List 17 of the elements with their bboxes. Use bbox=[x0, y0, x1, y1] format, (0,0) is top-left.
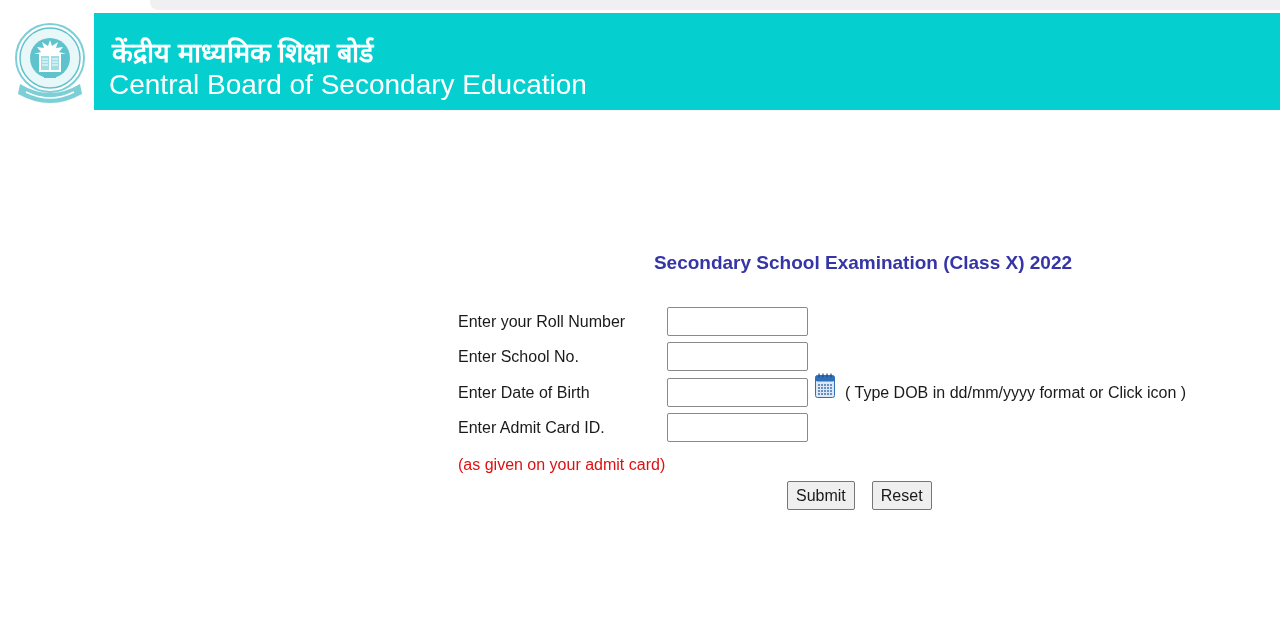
exam-title: Secondary School Examination (Class X) 2022 bbox=[652, 251, 1074, 275]
text-input-field[interactable] bbox=[667, 342, 808, 371]
field-label: Enter Date of Birth bbox=[458, 383, 591, 402]
circular-emblem-icon bbox=[14, 22, 86, 106]
field-label: Enter Admit Card ID. bbox=[458, 418, 606, 437]
calendar-icon[interactable] bbox=[815, 373, 835, 398]
date-of-birth-field[interactable] bbox=[667, 378, 808, 407]
field-label: Enter your Roll Number bbox=[458, 312, 627, 331]
submit-button[interactable]: Submit bbox=[787, 481, 855, 510]
field-label: Enter School No. bbox=[458, 347, 580, 366]
text-input-field[interactable] bbox=[667, 413, 808, 442]
date-format-hint: ( Type DOB in dd/mm/yyyy format or Click icon ) bbox=[845, 383, 1187, 402]
admit-card-note: (as given on your admit card) bbox=[458, 455, 666, 475]
board-name-english: Central Board of Secondary Education bbox=[109, 69, 587, 101]
reset-button[interactable]: Reset bbox=[871, 481, 932, 510]
board-name-hindi: केंद्रीय माध्यमिक शिक्षा बोर्ड bbox=[110, 36, 373, 70]
text-input-field[interactable] bbox=[667, 307, 808, 336]
